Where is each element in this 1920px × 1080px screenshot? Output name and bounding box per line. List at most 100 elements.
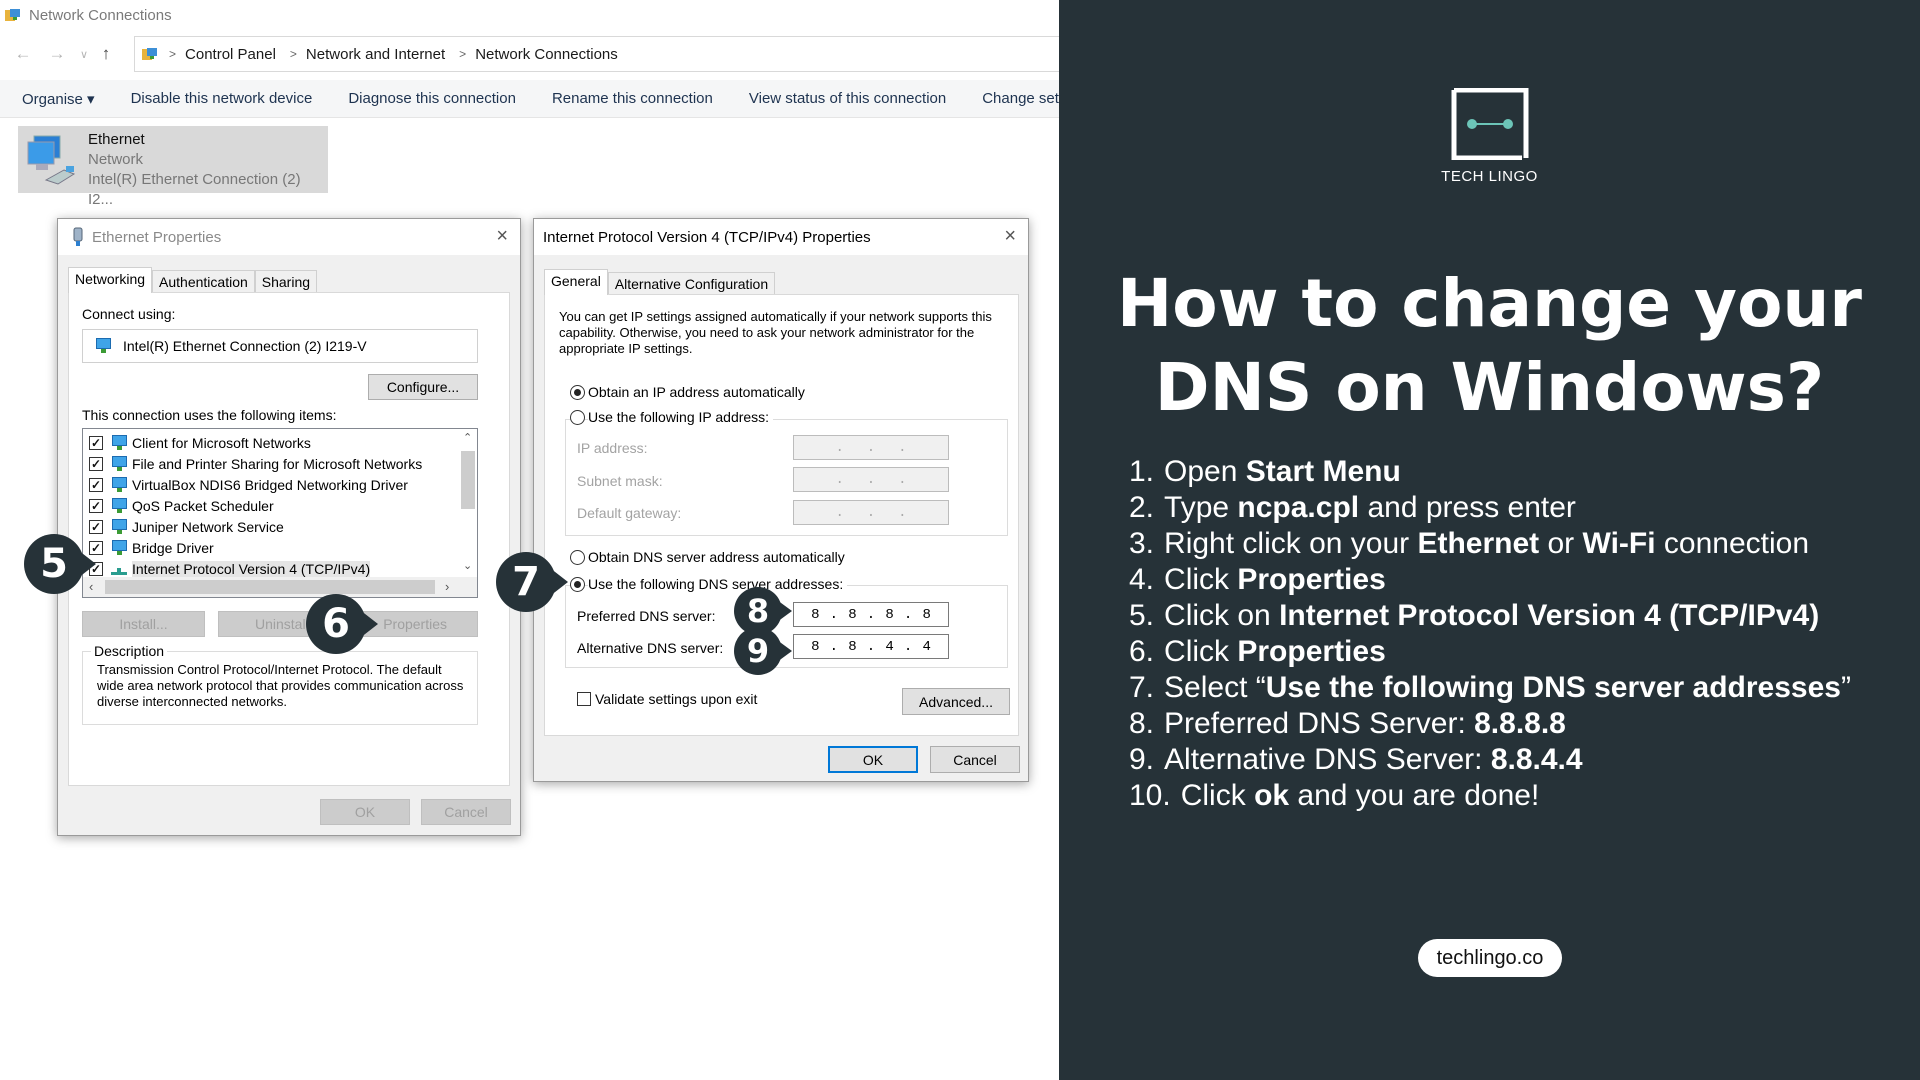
scrollbar-h-thumb[interactable] (105, 580, 435, 594)
address-bar[interactable]: > Control Panel > Network and Internet >… (134, 36, 1059, 72)
scroll-down-icon[interactable]: ⌄ (463, 559, 472, 572)
ipv4-properties-dialog: Internet Protocol Version 4 (TCP/IPv4) P… (533, 218, 1029, 782)
step-text: Open (1164, 455, 1246, 488)
scrollbar-thumb[interactable] (461, 451, 475, 509)
cancel-button[interactable]: Cancel (421, 799, 511, 825)
obtain-ip-auto-radio[interactable] (570, 385, 585, 400)
breadcrumb-network-and-internet[interactable]: Network and Internet (306, 46, 445, 63)
organise-menu-button[interactable]: Organise ▾ (22, 90, 95, 108)
preferred-dns-field[interactable]: 8. 8. 8. 8 (793, 602, 949, 627)
description-label: Description (91, 643, 168, 659)
component-list-item[interactable]: ✓ QoS Packet Scheduler (89, 496, 274, 516)
octet: 8 (922, 606, 931, 623)
alternative-dns-field[interactable]: 8. 8. 4. 4 (793, 634, 949, 659)
horizontal-scrollbar[interactable]: ‹ › (83, 577, 477, 597)
step-number: 6. (1129, 635, 1155, 668)
install-button[interactable]: Install... (82, 611, 205, 637)
forward-arrow-icon[interactable]: → (40, 44, 74, 64)
component-checkbox[interactable]: ✓ (89, 436, 103, 450)
ip-address-label: IP address: (577, 440, 648, 456)
step-number: 7. (1129, 671, 1155, 704)
navigation-row: ← → ∨ ↑ > Control Panel > Network and In… (0, 36, 1059, 72)
tab-authentication[interactable]: Authentication (152, 270, 255, 293)
disable-device-button[interactable]: Disable this network device (131, 90, 313, 107)
connect-using-label: Connect using: (82, 306, 176, 322)
breadcrumb-control-panel[interactable]: Control Panel (185, 46, 276, 63)
step-emphasis: Use the following DNS server addresses (1265, 671, 1841, 704)
window-title: Network Connections (29, 6, 172, 24)
octet: 4 (885, 638, 894, 655)
component-checkbox[interactable]: ✓ (89, 478, 103, 492)
step-text: Preferred DNS Server: (1164, 707, 1475, 740)
tech-lingo-logo-icon (1450, 87, 1530, 161)
subnet-mask-field[interactable]: ... (793, 467, 949, 492)
validate-checkbox[interactable] (577, 692, 591, 706)
instructions-panel: TECH LINGO How to change your DNS on Win… (1059, 0, 1920, 1080)
scroll-right-icon[interactable]: › (445, 579, 449, 594)
step-emphasis: ok (1254, 779, 1290, 812)
ethernet-connection-item[interactable]: Ethernet Network Intel(R) Ethernet Conne… (18, 126, 328, 208)
cancel-button[interactable]: Cancel (930, 746, 1020, 773)
up-arrow-icon[interactable]: ↑ (94, 44, 118, 64)
step-text: ” (1840, 671, 1851, 704)
component-checkbox[interactable]: ✓ (89, 520, 103, 534)
step-text: Alternative DNS Server: (1164, 743, 1491, 776)
diagnose-connection-button[interactable]: Diagnose this connection (348, 90, 516, 107)
component-list-item[interactable]: ✓ Bridge Driver (89, 538, 214, 558)
component-list-item[interactable]: ✓ Internet Protocol Version 4 (TCP/IPv4) (89, 559, 371, 579)
component-checkbox[interactable]: ✓ (89, 499, 103, 513)
ethernet-plug-icon (72, 227, 84, 247)
ip-address-field[interactable]: ... (793, 435, 949, 460)
rename-connection-button[interactable]: Rename this connection (552, 90, 713, 107)
step-text: Click on (1164, 599, 1280, 632)
configure-button[interactable]: Configure... (368, 374, 478, 400)
step-item: 8. Preferred DNS Server: 8.8.8.8 (1129, 706, 1851, 742)
default-gateway-field[interactable]: ... (793, 500, 949, 525)
scroll-up-icon[interactable]: ⌃ (463, 431, 472, 444)
components-listbox[interactable]: ✓ Client for Microsoft Networks ✓ File and … (82, 428, 478, 598)
component-label: Client for Microsoft Networks (132, 435, 311, 451)
ok-button[interactable]: OK (320, 799, 410, 825)
website-link[interactable]: techlingo.co (1418, 939, 1562, 977)
view-status-button[interactable]: View status of this connection (749, 90, 946, 107)
advanced-button[interactable]: Advanced... (902, 688, 1010, 715)
ok-button[interactable]: OK (828, 746, 918, 773)
close-icon[interactable]: × (1004, 225, 1016, 248)
component-list-item[interactable]: ✓ Juniper Network Service (89, 517, 284, 537)
scroll-left-icon[interactable]: ‹ (89, 579, 93, 594)
component-label: Bridge Driver (132, 540, 214, 556)
step-number: 1. (1129, 455, 1155, 488)
component-label: QoS Packet Scheduler (132, 498, 274, 514)
validate-label: Validate settings upon exit (595, 691, 758, 707)
default-gateway-label: Default gateway: (577, 505, 682, 521)
network-component-icon (109, 435, 129, 451)
component-list-item[interactable]: ✓ VirtualBox NDIS6 Bridged Networking Dri… (89, 475, 408, 495)
step-number: 8. (1129, 707, 1155, 740)
step-number: 10. (1129, 779, 1171, 812)
step-item: 4. Click Properties (1129, 562, 1851, 598)
recent-chevron-down-icon[interactable]: ∨ (74, 48, 94, 61)
breadcrumb-separator-icon: > (289, 47, 297, 61)
component-label: Internet Protocol Version 4 (TCP/IPv4) (132, 561, 371, 577)
component-list-item[interactable]: ✓ File and Printer Sharing for Microsoft … (89, 454, 422, 474)
general-tab-panel: You can get IP settings assigned automat… (544, 294, 1019, 736)
component-checkbox[interactable]: ✓ (89, 457, 103, 471)
tab-general[interactable]: General (544, 269, 608, 295)
tab-sharing[interactable]: Sharing (254, 270, 318, 293)
tab-networking[interactable]: Networking (68, 267, 153, 293)
dialog-title: Ethernet Properties (92, 228, 222, 246)
step-emphasis: ncpa.cpl (1237, 491, 1360, 524)
use-dns-manual-radio[interactable] (570, 577, 585, 592)
octet: 4 (922, 638, 931, 655)
back-arrow-icon[interactable]: ← (6, 44, 40, 64)
use-ip-manual-radio[interactable] (570, 410, 585, 425)
connection-name: Ethernet (88, 131, 145, 148)
tab-alternative-configuration[interactable]: Alternative Configuration (607, 272, 776, 295)
close-icon[interactable]: × (496, 225, 508, 248)
obtain-dns-auto-radio[interactable] (570, 550, 585, 565)
component-list-item[interactable]: ✓ Client for Microsoft Networks (89, 433, 311, 453)
step-emphasis: Internet Protocol Version 4 (TCP/IPv4) (1279, 599, 1820, 632)
vertical-scrollbar[interactable]: ⌃ ⌄ (459, 429, 477, 579)
breadcrumb-network-connections[interactable]: Network Connections (475, 46, 618, 63)
change-settings-button[interactable]: Change settin (982, 90, 1059, 107)
